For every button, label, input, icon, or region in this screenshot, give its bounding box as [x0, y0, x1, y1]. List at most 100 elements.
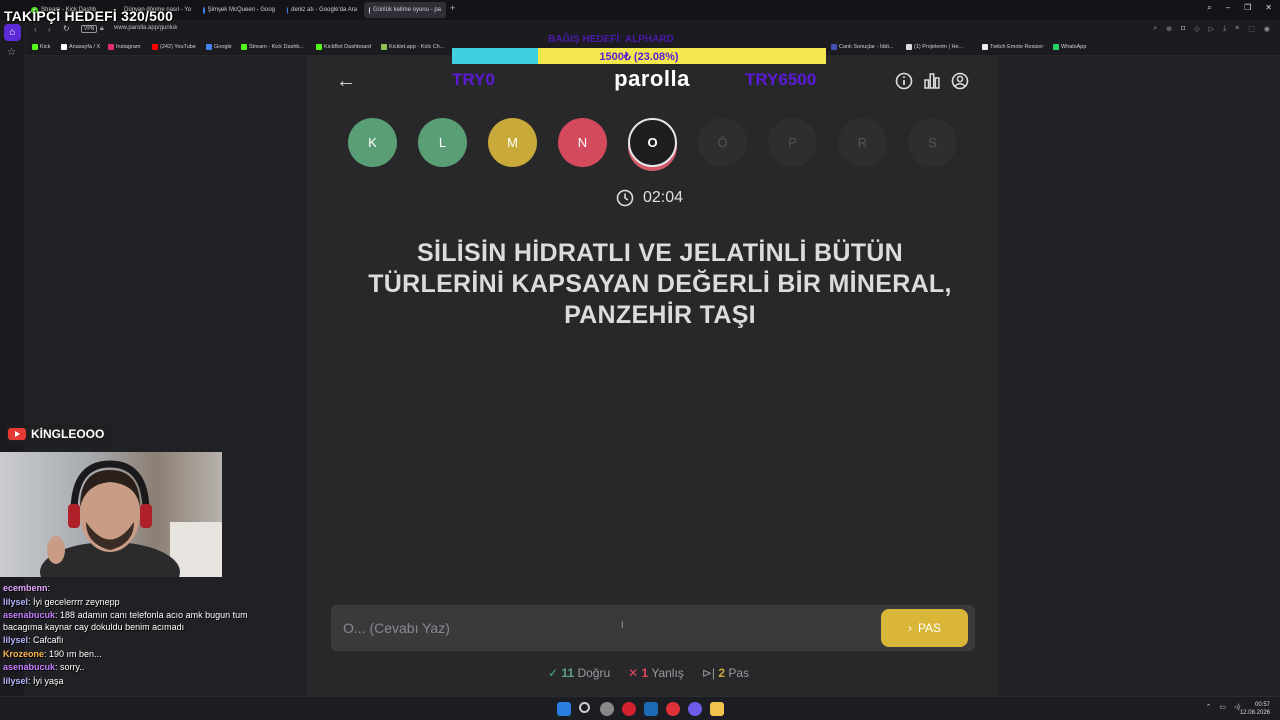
- clock-icon: [616, 189, 634, 207]
- maximize-button[interactable]: ❐: [1244, 3, 1251, 13]
- menu-icon[interactable]: ≡: [1235, 25, 1239, 33]
- vpn-badge[interactable]: VPN: [81, 25, 98, 33]
- bookmark-item[interactable]: Twitch Emote Resizer: [982, 44, 1043, 50]
- info-icon[interactable]: [895, 72, 913, 90]
- google-icon: [203, 6, 205, 14]
- answer-input[interactable]: [343, 613, 863, 643]
- bookmark-label: WhatsApp: [1061, 44, 1087, 50]
- back-arrow-icon[interactable]: ←: [336, 70, 356, 93]
- chat-message: ecembenn:: [0, 582, 290, 596]
- bookmark-item[interactable]: KickBot Dashboard: [316, 44, 371, 50]
- camera-icon[interactable]: ◘: [1181, 25, 1185, 33]
- network-icon[interactable]: ▭: [1220, 703, 1227, 711]
- download-icon[interactable]: ⤓: [1223, 25, 1226, 33]
- answer-bar: › PAS: [331, 605, 975, 651]
- correct-stat: ✓ 11 Doğru: [548, 666, 611, 680]
- donation-progress-bar: 1500₺ (23.08%): [452, 48, 826, 64]
- bookmark-favicon-icon: [206, 44, 212, 50]
- bookmark-label: Google: [214, 44, 232, 50]
- chat-text: İyi yaşa: [33, 675, 64, 686]
- chat-message: lilysel: Cafcaflı: [0, 634, 290, 648]
- flow-icon[interactable]: ◇: [1194, 25, 1199, 33]
- bookmark-item[interactable]: Google: [206, 44, 232, 50]
- browser-tab[interactable]: Şimşek McQueen - Goog: [198, 2, 280, 18]
- reload-icon[interactable]: ↻: [63, 24, 70, 33]
- bookmark-label: Kick: [40, 44, 51, 50]
- back-nav-icon[interactable]: ‹: [34, 25, 37, 34]
- steam-icon[interactable]: [644, 702, 658, 716]
- bookmark-item[interactable]: (1) Projelerim | He...: [906, 44, 963, 50]
- chat-username: ecembenn: [3, 583, 48, 593]
- bookmark-item[interactable]: Anasayfa / X: [61, 44, 100, 50]
- extensions-icon[interactable]: ⬚: [1248, 25, 1255, 33]
- chat-message: Krozeone: 190 ım ben...: [0, 648, 290, 662]
- bookmark-item[interactable]: Kicklet.app - Kick Ch...: [381, 44, 444, 50]
- chat-username: asenabucuk: [3, 662, 56, 672]
- wrong-stat: ✕ 1 Yanlış: [628, 666, 684, 680]
- opera-icon[interactable]: [622, 702, 636, 716]
- chevron-up-icon[interactable]: ⌃: [1206, 703, 1212, 711]
- browser-tab[interactable]: deniz atı - Google'da Ara: [282, 2, 362, 18]
- stats-chart-icon[interactable]: [923, 72, 941, 90]
- pass-button[interactable]: › PAS: [881, 609, 968, 647]
- youtube-icon: [8, 428, 26, 440]
- app-icon[interactable]: [666, 702, 680, 716]
- pass-button-label: PAS: [917, 621, 942, 635]
- search-icon[interactable]: ⌕: [1153, 25, 1157, 33]
- discord-icon[interactable]: [688, 702, 702, 716]
- parolla-icon: [369, 6, 370, 14]
- donation-counter-left: TRY0: [452, 70, 495, 89]
- bookmark-label: Twitch Emote Resizer: [990, 44, 1044, 50]
- profile-icon[interactable]: ◉: [1264, 25, 1270, 33]
- home-icon[interactable]: ⌂: [4, 24, 21, 41]
- bookmark-label: KickBot Dashboard: [324, 44, 372, 50]
- letter-circle-yellow: M: [488, 118, 537, 167]
- bookmark-label: Kicklet.app - Kick Ch...: [389, 44, 445, 50]
- search-icon[interactable]: [579, 702, 590, 713]
- bookmark-item[interactable]: WhatsApp: [1053, 44, 1086, 50]
- minimize-button[interactable]: –: [1226, 3, 1230, 13]
- browser-tab-bar: Stream - Kick Dashb Dünyan dönme nasıl -…: [0, 0, 1280, 20]
- letter-circle-current: O: [628, 118, 677, 167]
- donation-counter-right: TRY6500: [745, 70, 817, 89]
- letter-circle-pending: Ö: [698, 118, 747, 167]
- channel-badge: KİNGLEOOO: [6, 425, 111, 443]
- new-tab-button[interactable]: +: [450, 3, 455, 13]
- bookmark-item[interactable]: (242) YouTube: [152, 44, 196, 50]
- window-controls: ⌕ – ❐ ✕: [1207, 3, 1272, 13]
- search-icon[interactable]: ⌕: [1207, 3, 1211, 13]
- chat-username: lilysel: [3, 675, 29, 686]
- streamer-figure: [40, 460, 222, 577]
- parolla-logo[interactable]: parolla: [552, 66, 752, 92]
- bookmark-label: (242) YouTube: [160, 44, 196, 50]
- play-icon[interactable]: ▷: [1209, 25, 1214, 33]
- bookmark-item[interactable]: Kick: [32, 44, 50, 50]
- windows-start-icon[interactable]: [557, 702, 571, 716]
- google-icon: [287, 6, 289, 14]
- url-field[interactable]: www.parolla.app/gunluk: [114, 25, 177, 31]
- chat-username: Krozeone: [3, 648, 45, 659]
- system-clock[interactable]: 00:57 12.08.2026: [1240, 701, 1270, 717]
- browser-tab-active[interactable]: Günlük kelime oyunu - pa: [364, 2, 446, 18]
- letter-circle-green: K: [348, 118, 397, 167]
- folder-icon[interactable]: [710, 702, 724, 716]
- user-account-icon[interactable]: [951, 72, 969, 90]
- forward-nav-icon[interactable]: ›: [48, 25, 51, 34]
- chat-text: 190 ım ben...: [49, 648, 102, 659]
- donation-progress-text: 1500₺ (23.08%): [599, 51, 679, 63]
- letter-circle-red: N: [558, 118, 607, 167]
- bookmark-item[interactable]: Canlı Sonuçlar - İddi...: [831, 44, 893, 50]
- close-button[interactable]: ✕: [1265, 3, 1272, 13]
- bookmark-item[interactable]: Stream - Kick Dashb...: [241, 44, 304, 50]
- letter-circle-pending: S: [908, 118, 957, 167]
- settings-gear-icon[interactable]: [600, 702, 614, 716]
- taskbar: ⌃ ▭ ◃) 00:57 12.08.2026: [0, 696, 1280, 720]
- zoom-icon[interactable]: ⊕: [1166, 25, 1172, 33]
- bookmark-favicon-icon: [61, 44, 67, 50]
- bookmark-item[interactable]: Instagram: [108, 44, 140, 50]
- letter-circle-pending: P: [768, 118, 817, 167]
- cross-icon: ✕: [628, 666, 639, 680]
- bookmark-label: Instagram: [116, 44, 141, 50]
- bookmark-star-icon[interactable]: ☆: [7, 47, 16, 58]
- lock-icon[interactable]: 🔒︎: [100, 25, 104, 33]
